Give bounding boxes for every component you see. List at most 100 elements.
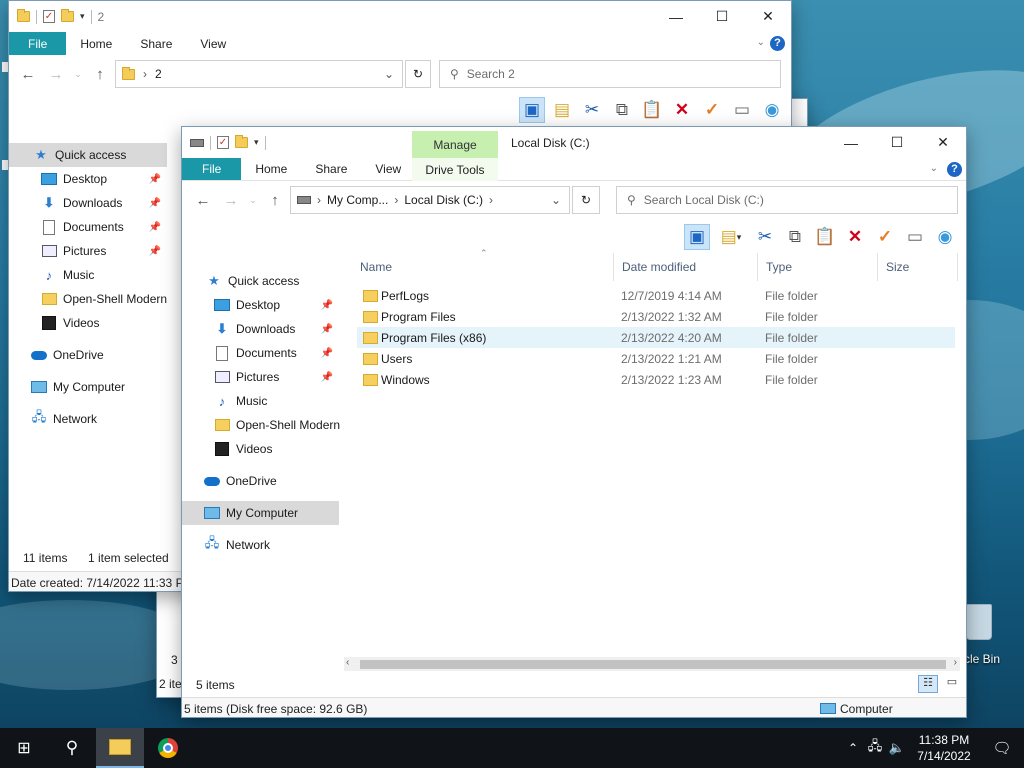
address-bar[interactable]: › My Comp... › Local Disk (C:) › ⌄ bbox=[290, 186, 570, 214]
minimize-button[interactable]: — bbox=[653, 1, 699, 32]
recent-locations-icon[interactable]: ⌄ bbox=[71, 69, 85, 80]
maximize-button[interactable]: ☐ bbox=[699, 1, 745, 32]
context-tab-manage[interactable]: Manage bbox=[412, 131, 498, 158]
cut-icon[interactable]: ✂ bbox=[579, 97, 605, 123]
volume-icon[interactable]: 🔈 bbox=[886, 740, 908, 756]
start-button[interactable]: ⊞ bbox=[0, 728, 48, 768]
tab-drive-tools[interactable]: Drive Tools bbox=[412, 158, 498, 181]
nav-item-quick-access[interactable]: ★ Quick access bbox=[9, 143, 167, 167]
scrollbar-thumb[interactable] bbox=[360, 660, 946, 669]
rename-icon[interactable]: ▭ bbox=[902, 224, 928, 250]
ribbon-expand-icon[interactable]: ⌄ bbox=[930, 163, 938, 174]
cut-icon[interactable]: ✂ bbox=[752, 224, 778, 250]
horizontal-scrollbar[interactable]: ‹ › bbox=[344, 657, 960, 671]
file-row-users[interactable]: Users 2/13/2022 1:21 AM File folder bbox=[357, 348, 955, 369]
preview-pane-icon[interactable]: ▣ bbox=[684, 224, 710, 250]
address-bar[interactable]: › 2 ⌄ bbox=[115, 60, 403, 88]
open-shell-icon[interactable]: ◉ bbox=[759, 97, 785, 123]
action-center-icon[interactable]: 🗨 bbox=[980, 739, 1024, 757]
nav-item-network[interactable]: 🖧 Network bbox=[182, 533, 339, 557]
help-icon[interactable]: ? bbox=[770, 36, 785, 51]
file-row-windows[interactable]: Windows 2/13/2022 1:23 AM File folder bbox=[357, 369, 955, 390]
nav-item-videos[interactable]: Videos bbox=[9, 311, 167, 335]
search-button[interactable]: ⚲ bbox=[48, 728, 96, 768]
customize-dropdown-icon[interactable]: ▾ bbox=[80, 11, 85, 22]
tab-file[interactable]: File bbox=[182, 158, 242, 180]
file-row-program-files[interactable]: Program Files 2/13/2022 1:32 AM File fol… bbox=[357, 306, 955, 327]
preview-pane-icon[interactable]: ▣ bbox=[519, 97, 545, 123]
back-button[interactable]: ← bbox=[190, 192, 216, 209]
recent-locations-icon[interactable]: ⌄ bbox=[246, 195, 260, 206]
delete-icon[interactable]: ✕ bbox=[669, 97, 695, 123]
tab-view[interactable]: View bbox=[361, 158, 415, 180]
nav-item-desktop[interactable]: Desktop 📌 bbox=[9, 167, 167, 191]
nav-item-onedrive[interactable]: OneDrive bbox=[9, 343, 167, 367]
pin-icon[interactable]: 📌 bbox=[321, 348, 333, 359]
scroll-left-icon[interactable]: ‹ bbox=[346, 657, 349, 668]
view-large-icons-button[interactable]: ▭ bbox=[942, 675, 962, 693]
search-box[interactable]: ⚲ Search Local Disk (C:) bbox=[616, 186, 958, 214]
file-row-program-files-x86[interactable]: Program Files (x86) 2/13/2022 4:20 AM Fi… bbox=[357, 327, 955, 348]
tab-view[interactable]: View bbox=[186, 32, 240, 55]
pin-icon[interactable]: 📌 bbox=[149, 198, 161, 209]
forward-button[interactable]: → bbox=[218, 192, 244, 209]
copy-icon[interactable]: ⧉ bbox=[782, 224, 808, 250]
address-dropdown-icon[interactable]: ⌄ bbox=[384, 67, 394, 81]
show-hidden-icons-icon[interactable]: ⌃ bbox=[842, 741, 864, 755]
breadcrumb-item[interactable]: 2 bbox=[155, 67, 162, 81]
nav-item-onedrive[interactable]: OneDrive bbox=[182, 469, 339, 493]
properties-icon[interactable]: ✓ bbox=[43, 10, 55, 23]
customize-dropdown-icon[interactable]: ▾ bbox=[254, 137, 259, 148]
clock[interactable]: 11:38 PM 7/14/2022 bbox=[908, 732, 980, 764]
nav-item-my-computer[interactable]: My Computer bbox=[182, 501, 339, 525]
close-button[interactable]: ✕ bbox=[920, 127, 966, 158]
help-icon[interactable]: ? bbox=[947, 162, 962, 177]
open-shell-icon[interactable]: ◉ bbox=[932, 224, 958, 250]
pin-icon[interactable]: 📌 bbox=[321, 300, 333, 311]
refresh-button[interactable]: ↻ bbox=[405, 60, 431, 88]
nav-item-music[interactable]: ♪ Music bbox=[182, 389, 339, 413]
recycle-bin-shortcut[interactable]: ycle Bin bbox=[958, 600, 1024, 670]
nav-item-music[interactable]: ♪ Music bbox=[9, 263, 167, 287]
breadcrumb-item[interactable]: Local Disk (C:) bbox=[404, 193, 483, 207]
nav-item-downloads[interactable]: ⬇ Downloads 📌 bbox=[9, 191, 167, 215]
properties-dropdown-icon[interactable]: ▤ ▾ bbox=[714, 224, 748, 250]
view-details-button[interactable]: ☷ bbox=[918, 675, 938, 693]
tab-file[interactable]: File bbox=[9, 32, 67, 55]
explorer-window-local-disk[interactable]: ✓ ▾ Manage Local Disk (C:) — ☐ ✕ File Ho… bbox=[181, 126, 967, 718]
nav-item-pictures[interactable]: Pictures 📌 bbox=[182, 365, 339, 389]
nav-item-network[interactable]: 🖧 Network bbox=[9, 407, 167, 431]
network-status-icon[interactable]: 🖧 bbox=[864, 737, 886, 759]
checkmark-icon[interactable]: ✓ bbox=[699, 97, 725, 123]
properties-dropdown-icon[interactable]: ▤ bbox=[549, 97, 575, 123]
up-button[interactable]: ↑ bbox=[87, 66, 113, 83]
pin-icon[interactable]: 📌 bbox=[149, 246, 161, 257]
scroll-right-icon[interactable]: › bbox=[954, 657, 957, 668]
back-button[interactable]: ← bbox=[15, 66, 41, 83]
file-row-perflogs[interactable]: PerfLogs 12/7/2019 4:14 AM File folder bbox=[357, 285, 955, 306]
tab-share[interactable]: Share bbox=[301, 158, 361, 180]
checkmark-icon[interactable]: ✓ bbox=[872, 224, 898, 250]
breadcrumb-item[interactable]: My Comp... bbox=[327, 193, 388, 207]
tab-home[interactable]: Home bbox=[66, 32, 126, 55]
copy-icon[interactable]: ⧉ bbox=[609, 97, 635, 123]
properties-icon[interactable]: ✓ bbox=[217, 136, 229, 149]
nav-item-downloads[interactable]: ⬇ Downloads 📌 bbox=[182, 317, 339, 341]
column-header-date[interactable]: Date modified bbox=[614, 253, 758, 281]
search-box[interactable]: ⚲ Search 2 bbox=[439, 60, 781, 88]
new-folder-icon[interactable] bbox=[235, 135, 248, 148]
taskbar-chrome[interactable] bbox=[144, 728, 192, 768]
maximize-button[interactable]: ☐ bbox=[874, 127, 920, 158]
title-bar[interactable]: ✓ ▾ 2 — ☐ ✕ bbox=[9, 1, 791, 32]
address-dropdown-icon[interactable]: ⌄ bbox=[551, 193, 561, 207]
nav-item-pictures[interactable]: Pictures 📌 bbox=[9, 239, 167, 263]
paste-icon[interactable]: 📋 bbox=[812, 224, 838, 250]
ribbon-expand-icon[interactable]: ⌄ bbox=[757, 37, 765, 48]
paste-icon[interactable]: 📋 bbox=[639, 97, 665, 123]
minimize-button[interactable]: — bbox=[828, 127, 874, 158]
column-header-type[interactable]: Type bbox=[758, 253, 878, 281]
up-button[interactable]: ↑ bbox=[262, 192, 288, 209]
column-header-size[interactable]: Size bbox=[878, 253, 958, 281]
column-header-name[interactable]: Name bbox=[352, 253, 614, 281]
nav-item-documents[interactable]: Documents 📌 bbox=[9, 215, 167, 239]
